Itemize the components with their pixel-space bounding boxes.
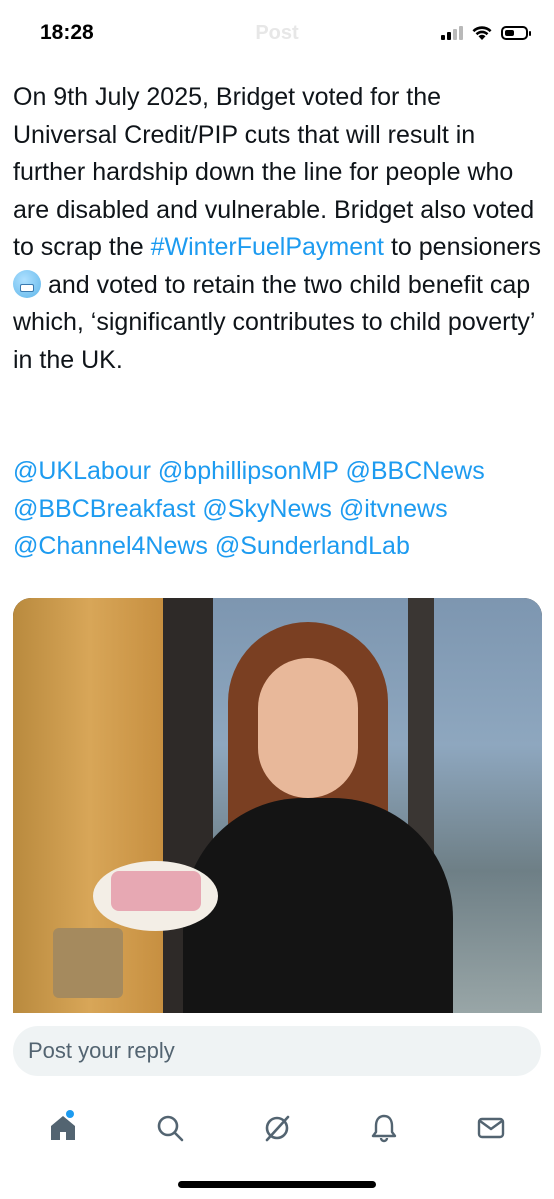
tweet-text-part: and voted to retain the two child benefi… bbox=[13, 270, 535, 374]
reply-bar: Post your reply bbox=[0, 1013, 554, 1093]
mention-link[interactable]: @itvnews bbox=[339, 495, 448, 523]
tweet-text-part: to pensioners bbox=[384, 233, 542, 261]
mention-link[interactable]: @UKLabour bbox=[13, 457, 151, 485]
messages-icon bbox=[477, 1117, 504, 1139]
cold-face-emoji bbox=[13, 269, 41, 298]
reply-input[interactable]: Post your reply bbox=[13, 1026, 541, 1076]
hashtag-link[interactable]: #WinterFuelPayment bbox=[151, 233, 384, 261]
tab-search[interactable] bbox=[140, 1103, 200, 1153]
photo-person-body bbox=[183, 798, 453, 1018]
mention-link[interactable]: @Channel4News bbox=[13, 532, 208, 560]
tab-messages[interactable] bbox=[461, 1103, 521, 1153]
home-indicator[interactable] bbox=[178, 1181, 376, 1188]
mention-link[interactable]: @BBCNews bbox=[345, 457, 484, 485]
notifications-icon bbox=[371, 1114, 396, 1143]
tab-notifications[interactable] bbox=[354, 1103, 414, 1153]
mention-link[interactable]: @SkyNews bbox=[202, 495, 332, 523]
mention-link[interactable]: @bphillipsonMP bbox=[158, 457, 339, 485]
tweet-text: On 9th July 2025, Bridget voted for the … bbox=[13, 79, 547, 379]
mention-link[interactable]: @SunderlandLab bbox=[215, 532, 410, 560]
tab-grok[interactable] bbox=[247, 1103, 307, 1153]
tweet-photo[interactable] bbox=[13, 598, 542, 1018]
photo-person-face bbox=[258, 658, 358, 798]
photo-cake bbox=[111, 871, 201, 911]
grok-icon bbox=[265, 1115, 290, 1142]
mention-link[interactable]: @BBCBreakfast bbox=[13, 495, 195, 523]
home-icon bbox=[51, 1116, 76, 1140]
tab-home[interactable] bbox=[33, 1103, 93, 1153]
bottom-tab-bar bbox=[0, 1093, 554, 1163]
mentions: @UKLabour @bphillipsonMP @BBCNews @BBCBr… bbox=[13, 453, 547, 566]
photo-switch-panel bbox=[53, 928, 123, 998]
search-icon bbox=[157, 1115, 184, 1142]
page-title: Post bbox=[255, 22, 299, 44]
